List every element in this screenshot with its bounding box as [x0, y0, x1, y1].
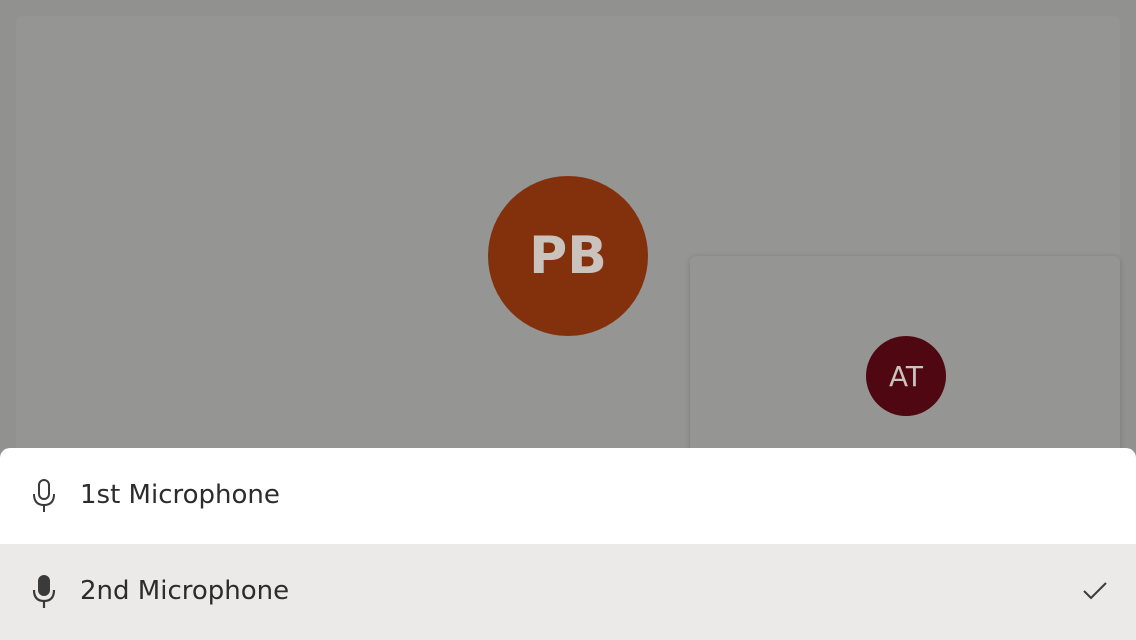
- microphone-option-1-label: 1st Microphone: [80, 480, 280, 510]
- participant-initials-main: PB: [529, 226, 607, 286]
- participant-avatar-self: AT: [866, 336, 946, 416]
- call-stage: PB AT 1st Microphone 2nd Microphone: [0, 0, 1136, 640]
- microphone-option-1[interactable]: 1st Microphone: [0, 448, 1136, 544]
- microphone-filled-icon: [32, 575, 56, 608]
- microphone-outline-icon: [33, 479, 55, 512]
- microphone-option-2[interactable]: 2nd Microphone: [0, 544, 1136, 640]
- checkmark-icon: [1083, 582, 1107, 600]
- participant-avatar-main: PB: [488, 176, 648, 336]
- microphone-option-2-label: 2nd Microphone: [80, 576, 290, 606]
- microphone-menu-sheet: 1st Microphone 2nd Microphone: [0, 448, 1136, 640]
- participant-initials-self: AT: [888, 359, 924, 393]
